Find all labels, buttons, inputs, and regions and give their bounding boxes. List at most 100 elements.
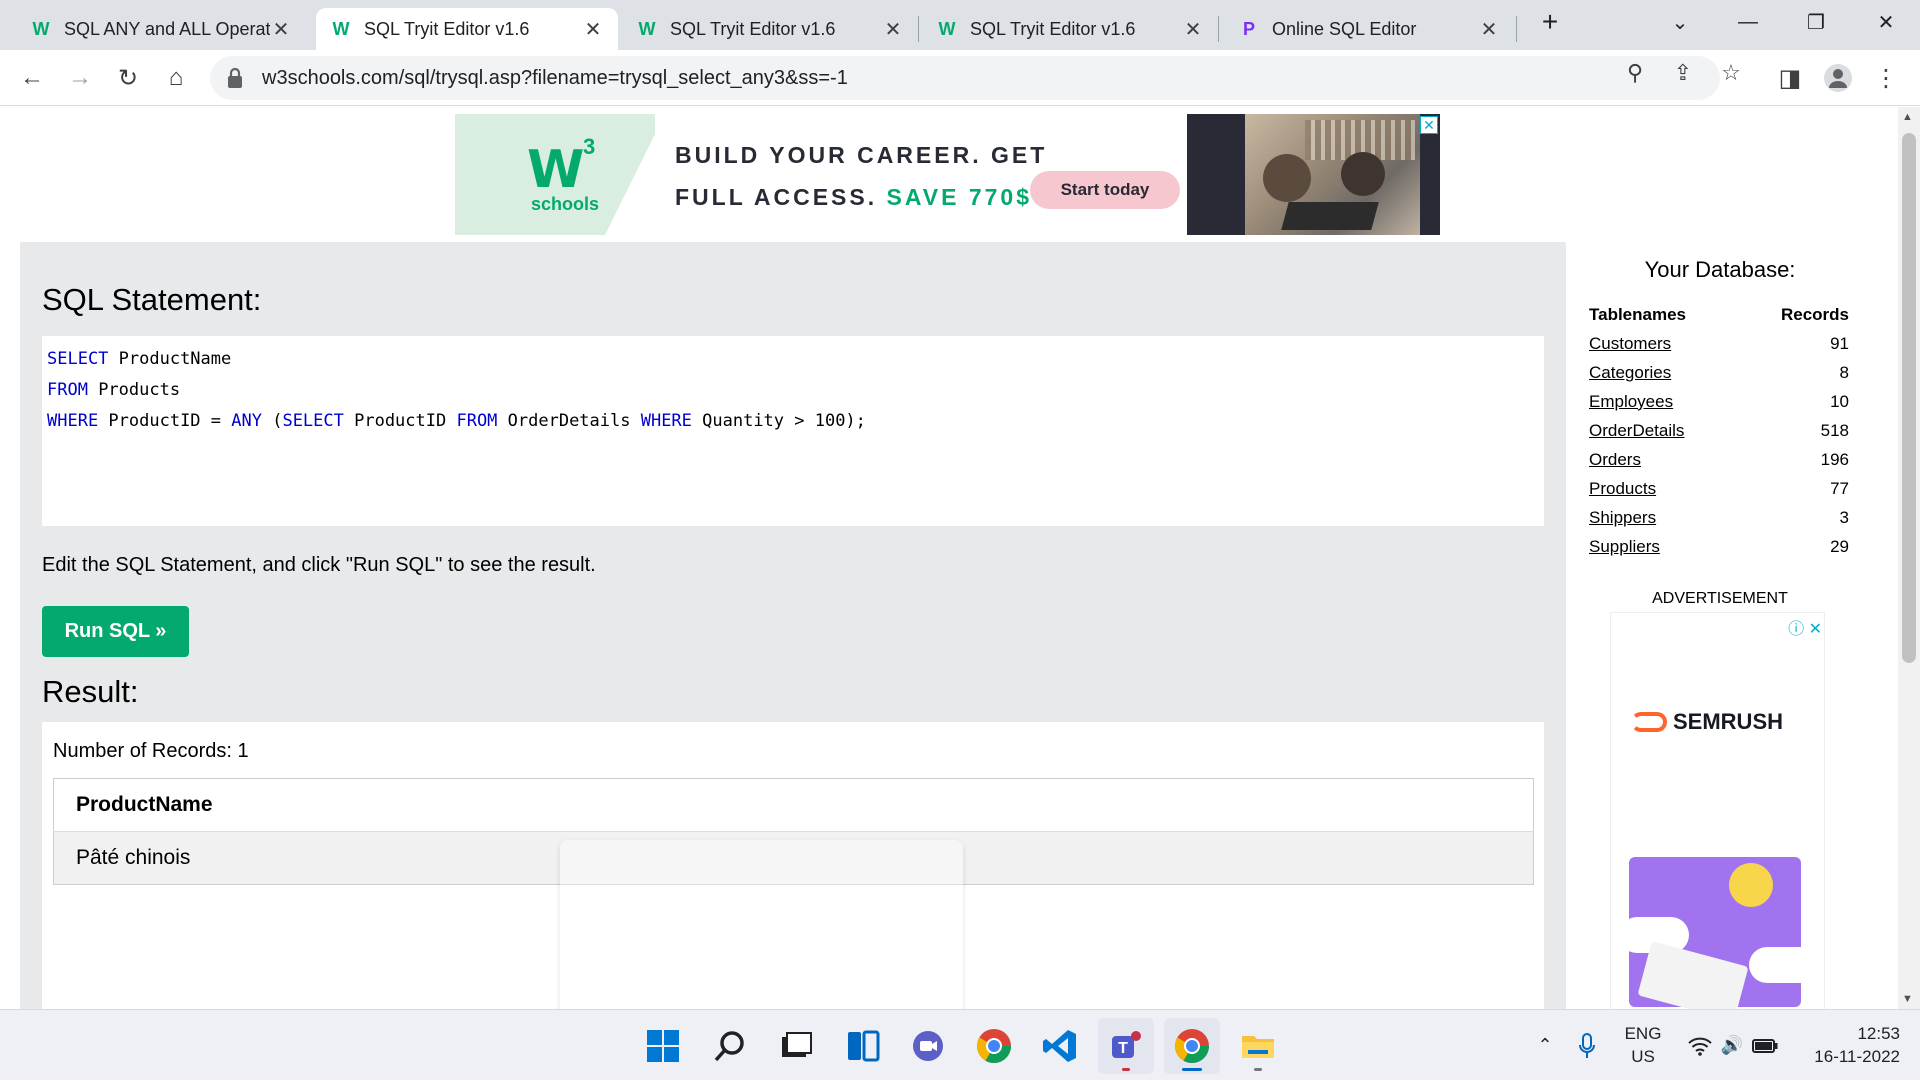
restore-icon[interactable]: ❐ [1786,0,1846,44]
language-code: ENG [1624,1024,1662,1043]
sidebar-ad[interactable]: ⓘ ✕ SEMRUSH [1610,612,1825,1009]
close-icon[interactable]: ✕ [582,17,604,42]
menu-kebab-icon[interactable]: ⋮ [1868,60,1904,96]
volume-icon[interactable]: 🔊 [1718,1010,1746,1081]
widgets-icon[interactable] [835,1018,891,1074]
sql-keyword: FROM [456,411,498,431]
w3schools-favicon-icon: W [638,18,656,39]
sql-code-editor[interactable]: SELECT ProductName FROM Products WHERE Pro… [42,336,1544,526]
table-link-orders[interactable]: Orders [1589,450,1641,469]
tab-online-sql-editor[interactable]: P Online SQL Editor ✕ [1224,8,1514,50]
tray-chevron-up-icon[interactable]: ⌃ [1532,1010,1558,1081]
table-link-employees[interactable]: Employees [1589,392,1673,411]
task-view-icon[interactable] [768,1018,824,1074]
bookmark-star-icon[interactable]: ☆ [1716,58,1746,88]
new-tab-plus-icon[interactable]: + [1520,0,1580,44]
scroll-up-arrow-icon[interactable]: ▲ [1902,111,1913,123]
banner-subline-prefix: FULL ACCESS. [675,184,878,210]
overlay-popup [560,840,963,1009]
table-row: Customers 91 [1589,329,1849,358]
file-explorer-icon[interactable] [1230,1018,1286,1074]
table-name-cell: Shippers [1589,503,1742,532]
zoom-icon[interactable]: ⚲ [1620,58,1650,88]
battery-icon[interactable] [1750,1010,1780,1081]
run-sql-button[interactable]: Run SQL » [42,606,189,657]
record-count-cell: 8 [1839,362,1849,382]
windows-start-icon[interactable] [635,1018,691,1074]
share-icon[interactable]: ⇪ [1668,58,1698,88]
back-arrow-icon[interactable]: ← [14,60,50,96]
chrome-active-icon[interactable] [1164,1018,1220,1074]
minimize-icon[interactable]: — [1718,0,1778,44]
reload-icon[interactable]: ↻ [110,60,146,96]
forward-arrow-icon[interactable]: → [62,60,98,96]
database-table: Tablenames Records Customers 91 Categories… [1589,300,1849,561]
scrollbar-thumb[interactable] [1902,133,1916,663]
tab-title: SQL ANY and ALL Operato [64,18,270,39]
home-icon[interactable]: ⌂ [158,60,194,96]
table-link-orderdetails[interactable]: OrderDetails [1589,421,1684,440]
logo-superscript: 3 [583,134,596,159]
w3schools-favicon-icon: W [938,18,956,39]
table-link-suppliers[interactable]: Suppliers [1589,537,1660,556]
table-row: OrderDetails 518 [1589,416,1849,445]
search-icon[interactable] [702,1018,758,1074]
table-name-cell: Categories [1589,358,1742,387]
side-panel-icon[interactable]: ◨ [1772,60,1808,96]
banner-headline: BUILD YOUR CAREER. GET [675,142,1048,168]
browser-toolbar: ← → ↻ ⌂ w3schools.com/sql/trysql.asp?fil… [0,50,1920,106]
tab-separator [1516,16,1517,42]
tab-title: Online SQL Editor [1272,18,1417,39]
ad-illustration [1619,857,1819,1009]
code-line[interactable]: FROM Products [47,375,1539,406]
table-link-customers[interactable]: Customers [1589,334,1671,353]
tab-tryit-editor-2[interactable]: W SQL Tryit Editor v1.6 ✕ [622,8,918,50]
tab-tryit-editor-3[interactable]: W SQL Tryit Editor v1.6 ✕ [922,8,1218,50]
table-link-categories[interactable]: Categories [1589,363,1671,382]
microphone-icon[interactable] [1572,1010,1602,1081]
ad-banner[interactable]: W 3 schools BUILD YOUR CAREER. GET FULL … [455,114,1440,235]
tab-title: SQL Tryit Editor v1.6 [970,18,1136,39]
tab-search-chevron-icon[interactable]: ⌄ [1650,0,1710,44]
page-scrollbar[interactable]: ▲ ▼ [1898,107,1920,1009]
scroll-down-arrow-icon[interactable]: ▼ [1902,993,1913,1005]
language-indicator[interactable]: ENG US [1618,1022,1668,1068]
teams-icon[interactable]: T [1098,1018,1154,1074]
table-link-shippers[interactable]: Shippers [1589,508,1656,527]
code-line[interactable]: SELECT ProductName [47,344,1539,375]
code-line[interactable]: WHERE ProductID = ANY (SELECT ProductID … [47,406,1539,437]
record-count-cell: 3 [1839,507,1849,527]
table-row: Orders 196 [1589,445,1849,474]
table-name-cell: Products [1589,474,1742,503]
tab-title: SQL Tryit Editor v1.6 [364,18,530,39]
close-icon[interactable]: ✕ [1478,17,1500,42]
page-content: W 3 schools BUILD YOUR CAREER. GET FULL … [0,107,1898,1009]
clock-date: 16-11-2022 [1814,1047,1900,1066]
start-today-button[interactable]: Start today [1030,171,1180,209]
sql-text: ProductID [343,411,457,431]
wifi-icon[interactable] [1686,1010,1714,1081]
table-link-products[interactable]: Products [1589,479,1656,498]
address-bar[interactable]: w3schools.com/sql/trysql.asp?filename=tr… [210,56,1720,100]
ad-close-icon[interactable]: ✕ [1420,116,1438,134]
window-close-icon[interactable]: ✕ [1856,0,1916,44]
clock[interactable]: 12:53 16-11-2022 [1800,1022,1900,1068]
tab-tryit-editor-active[interactable]: W SQL Tryit Editor v1.6 ✕ [316,8,618,50]
vscode-icon[interactable] [1032,1018,1088,1074]
record-count-cell: 10 [1830,391,1849,411]
lock-icon [228,67,242,88]
sql-keyword: ANY [231,411,262,431]
chrome-icon[interactable] [966,1018,1022,1074]
instruction-text: Edit the SQL Statement, and click "Run S… [42,554,596,576]
close-icon[interactable]: ✕ [270,17,292,42]
sql-text: Products [87,380,181,400]
banner-save-highlight: SAVE 770$ [886,184,1032,210]
ad-info-close-icon[interactable]: ⓘ ✕ [1788,615,1822,639]
close-icon[interactable]: ✕ [882,17,904,42]
url-text[interactable]: w3schools.com/sql/trysql.asp?filename=tr… [262,67,848,90]
profile-avatar-icon[interactable] [1820,60,1856,96]
banner-divider [605,114,665,235]
teams-chat-icon[interactable] [900,1018,956,1074]
close-icon[interactable]: ✕ [1182,17,1204,42]
tab-sql-any-all[interactable]: W SQL ANY and ALL Operato ✕ [16,8,306,50]
